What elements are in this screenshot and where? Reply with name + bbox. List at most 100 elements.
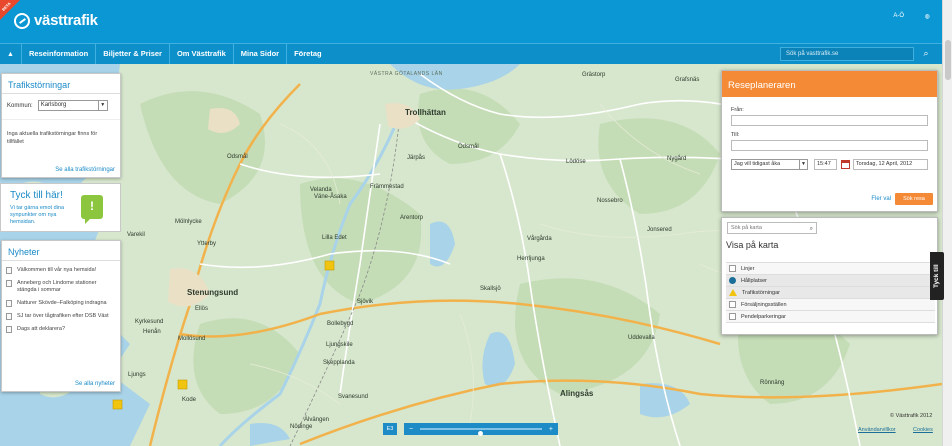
traffic-message: Inga aktuella trafikstörningar finns för…	[2, 119, 120, 146]
news-title: Nyheter	[2, 241, 120, 261]
document-icon	[6, 300, 12, 307]
site-search-input[interactable]: Sök på vasttrafik.se	[780, 47, 914, 61]
cookies-link[interactable]: Cookies	[913, 427, 933, 433]
search-trip-button[interactable]: Sök resa	[895, 193, 933, 205]
document-icon	[6, 326, 12, 333]
map-place: Vårgårda	[527, 236, 552, 242]
map-place: Arentorp	[400, 215, 424, 221]
layer-label: Linjer	[741, 265, 755, 272]
document-icon	[6, 313, 12, 320]
page-scrollbar[interactable]	[942, 0, 952, 446]
map-place: Mölnlycke	[175, 219, 202, 225]
map-place: Svanesund	[338, 394, 369, 400]
map-place: Mollösund	[178, 336, 206, 342]
map-place: Ödsmål	[458, 144, 479, 150]
map-place: Älvängen	[304, 417, 330, 423]
time-input[interactable]: 15:47	[814, 159, 838, 170]
search-icon[interactable]: ⌕	[918, 47, 934, 61]
document-icon	[6, 267, 12, 274]
layer-item-hallplatser[interactable]: Hållplatser	[726, 275, 935, 287]
map-place: Ellös	[195, 306, 209, 312]
map-place: Velanda	[310, 187, 332, 193]
news-item[interactable]: Anneberg och Lindome stationer stängda i…	[6, 277, 116, 297]
kommun-row: Kommun: Karlsborg ▼	[2, 94, 120, 115]
date-input[interactable]: Torsdag, 12 April, 2012	[852, 159, 928, 170]
news-item-label: Anneberg och Lindome stationer stängda i…	[17, 280, 97, 293]
layer-item-linjer[interactable]: Linjer	[726, 263, 935, 275]
map-place: Herrljunga	[517, 256, 545, 262]
search-icon[interactable]: ⌕	[810, 224, 813, 234]
map-place: Uddevalla	[628, 335, 655, 341]
to-input[interactable]	[731, 140, 928, 151]
a-o-link[interactable]: A-Ö	[893, 13, 904, 19]
nav-mina-sidor[interactable]: Mina Sidor	[234, 43, 288, 65]
scroll-thumb[interactable]	[945, 40, 951, 80]
parking-icon	[729, 313, 736, 320]
map-place: Lödöse	[566, 159, 586, 165]
map-place: Ljungs	[128, 372, 146, 378]
lines-icon	[729, 265, 736, 272]
map-place: Odsmål	[227, 154, 248, 160]
news-item[interactable]: Natturer Skövde–Falköping indragna	[6, 297, 116, 310]
logo[interactable]: västtrafik	[14, 12, 98, 29]
zoom-slider[interactable]	[420, 428, 542, 436]
news-item[interactable]: Dags att deklarera?	[6, 323, 116, 336]
map-place: Grafsnäs	[675, 77, 700, 83]
map-region-label: VÄSTRA GÖTALANDS LÄN	[370, 71, 443, 77]
news-item[interactable]: SJ tar över tågtrafiken efter DSB Väst	[6, 310, 116, 323]
home-icon[interactable]: ▲	[0, 43, 22, 65]
nav-foretag[interactable]: Företag	[287, 44, 329, 65]
map-place: Trollhättan	[405, 108, 446, 117]
map-place: Skallsjö	[480, 286, 501, 292]
layer-item-forsaljningsstallen[interactable]: Försäljningsställen	[726, 299, 935, 311]
globe-icon[interactable]: ◍	[925, 13, 930, 20]
calendar-icon[interactable]	[841, 160, 850, 169]
map-place: Nygård	[667, 156, 687, 162]
map-place: Jonsered	[647, 227, 672, 233]
logo-text: västtrafik	[34, 12, 98, 29]
map-search-placeholder: Sök på karta	[731, 225, 762, 231]
map-place: Rönnäng	[760, 380, 785, 386]
trip-planner-title: Reseplaneraren	[722, 71, 937, 97]
feedback-box[interactable]: Tyck till här! Vi tar gärna emot dina sy…	[0, 183, 121, 232]
zoom-out-button[interactable]: −	[409, 426, 413, 433]
layer-label: Pendelparkeringar	[741, 313, 786, 320]
layer-item-pendelparkeringar[interactable]: Pendelparkeringar	[726, 311, 935, 323]
kommun-select[interactable]: Karlsborg ▼	[37, 100, 108, 111]
traffic-panel: Trafikstörningar Kommun: Karlsborg ▼ Ing…	[1, 73, 121, 178]
layer-label: Hållplatser	[741, 277, 767, 284]
logo-icon	[14, 12, 30, 29]
news-list: Välkommen till vår nya hemsida! Anneberg…	[2, 261, 120, 339]
more-options-link[interactable]: Fler val	[871, 196, 891, 202]
feedback-side-tab[interactable]: Tyck till	[930, 252, 944, 300]
feedback-text: Vi tar gärna emot dina synpunkter om nya…	[10, 205, 65, 225]
terms-link[interactable]: Användarvillkor	[858, 427, 896, 433]
all-news-link[interactable]: Se alla nyheter	[75, 381, 115, 387]
speech-bubble-icon: !	[81, 195, 103, 224]
departure-mode-select[interactable]: Jag vill tidigast åka ▼	[731, 159, 808, 170]
news-item-label: Natturer Skövde–Falköping indragna	[17, 300, 107, 306]
feedback-title: Tyck till här!	[10, 190, 63, 201]
zoom-bar: − +	[404, 423, 558, 436]
layer-item-trafikstorningar[interactable]: Trafikstörningar	[726, 287, 935, 299]
nav-biljetter-priser[interactable]: Biljetter & Priser	[96, 43, 170, 65]
traffic-title: Trafikstörningar	[2, 74, 120, 94]
news-panel: Nyheter Välkommen till vår nya hemsida! …	[1, 240, 121, 392]
map-layers-panel: Sök på karta ⌕ Visa på karta Linjer Håll…	[721, 217, 938, 335]
nav-om-vasttrafik[interactable]: Om Västtrafik	[170, 43, 234, 65]
news-item[interactable]: Välkommen till vår nya hemsida!	[6, 264, 116, 277]
map-place: Kyrkesund	[135, 319, 164, 325]
map-search-input[interactable]: Sök på karta ⌕	[727, 222, 817, 234]
news-item-label: Dags att deklarera?	[17, 326, 65, 332]
map-layer-button[interactable]: E3	[383, 423, 397, 435]
from-input[interactable]	[731, 115, 928, 126]
zoom-knob[interactable]	[478, 431, 483, 436]
to-label: Till:	[731, 132, 740, 138]
zoom-in-button[interactable]: +	[549, 426, 553, 433]
map-place: Henån	[143, 329, 161, 335]
all-traffic-link[interactable]: Se alla trafikstörningar	[55, 167, 115, 173]
nav-reseinformation[interactable]: Reseinformation	[22, 43, 97, 65]
chevron-down-icon: ▼	[97, 101, 107, 110]
trip-planner: Reseplaneraren Från: Till: Jag vill tidi…	[721, 70, 938, 212]
map-place: Nossebro	[597, 198, 623, 204]
